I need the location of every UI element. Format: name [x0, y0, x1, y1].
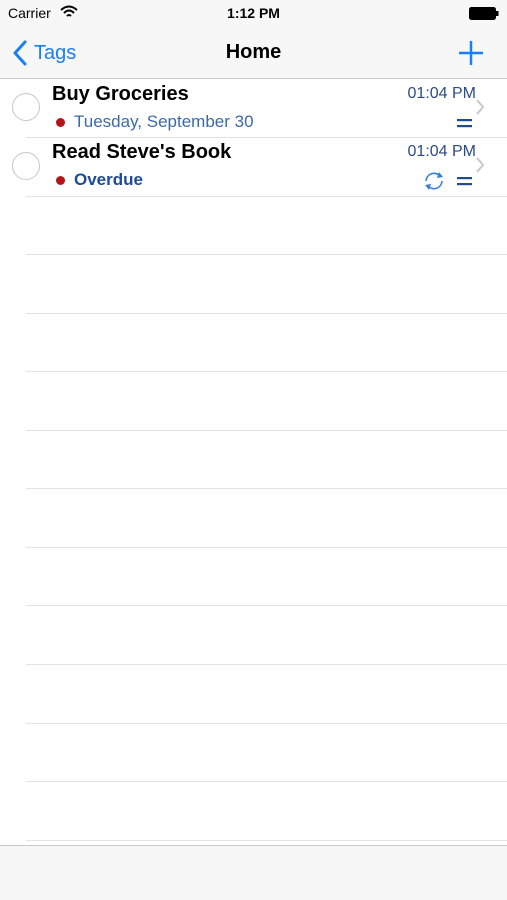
- task-row[interactable]: Read Steve's Book 01:04 PM Overdue: [0, 138, 507, 196]
- row-separator: [26, 430, 507, 431]
- row-separator: [26, 840, 507, 841]
- chevron-right-icon[interactable]: [475, 98, 485, 116]
- row-separator: [26, 488, 507, 489]
- chevron-right-icon[interactable]: [475, 156, 485, 174]
- status-time: 1:12 PM: [227, 5, 280, 21]
- note-lines-icon: [457, 119, 472, 128]
- task-title: Read Steve's Book: [52, 141, 232, 163]
- row-separator: [26, 605, 507, 606]
- complete-checkbox[interactable]: [12, 93, 40, 121]
- row-separator: [26, 196, 507, 197]
- plus-icon: [459, 41, 483, 65]
- due-indicator-dot: [56, 118, 65, 127]
- screen: Carrier 1:12 PM Tags Home Buy Groceries …: [0, 0, 507, 900]
- note-lines-icon: [457, 177, 472, 186]
- row-separator: [26, 371, 507, 372]
- status-bar: Carrier 1:12 PM: [0, 0, 507, 28]
- due-indicator-dot: [56, 176, 65, 185]
- row-separator: [26, 313, 507, 314]
- row-separator: [26, 254, 507, 255]
- bottom-toolbar: [0, 845, 507, 900]
- complete-checkbox[interactable]: [12, 152, 40, 180]
- task-time: 01:04 PM: [407, 85, 476, 102]
- repeat-icon: [425, 172, 443, 190]
- page-title: Home: [225, 41, 282, 63]
- task-row[interactable]: Buy Groceries 01:04 PM Tuesday, Septembe…: [0, 80, 507, 138]
- row-separator: [26, 781, 507, 782]
- battery-icon: [469, 7, 499, 20]
- task-time: 01:04 PM: [407, 143, 476, 160]
- task-list: Buy Groceries 01:04 PM Tuesday, Septembe…: [0, 80, 507, 845]
- navigation-bar: Tags Home: [0, 28, 507, 79]
- task-due-date: Tuesday, September 30: [74, 112, 254, 131]
- add-task-button[interactable]: [455, 37, 487, 69]
- row-separator: [26, 664, 507, 665]
- row-separator: [26, 547, 507, 548]
- row-separator: [26, 723, 507, 724]
- task-title: Buy Groceries: [52, 83, 189, 105]
- task-overdue-label: Overdue: [74, 170, 143, 189]
